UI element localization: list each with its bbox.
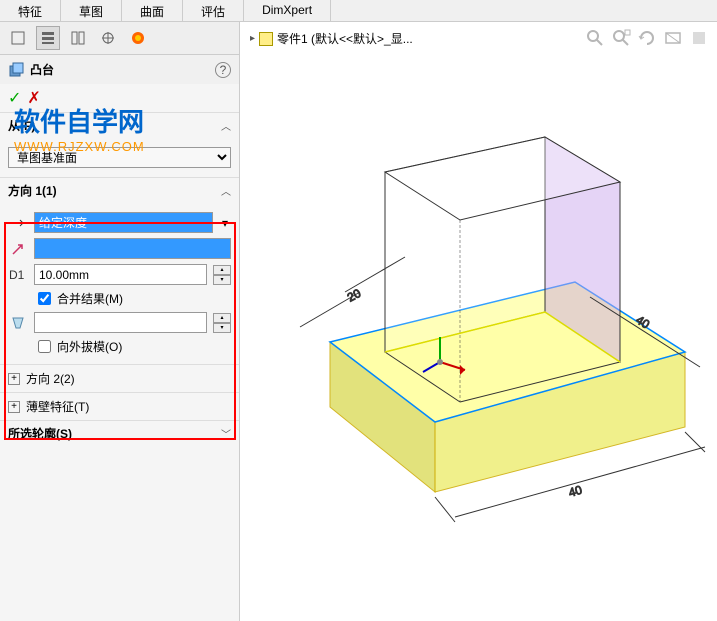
model-preview: 20 40 40 <box>240 22 717 602</box>
feature-name: 凸台 <box>30 61 215 78</box>
depth-icon: D1 <box>8 265 28 285</box>
depth-spin-down[interactable]: ▾ <box>213 275 231 285</box>
boss-extrude-icon <box>8 62 24 78</box>
section-thin-header[interactable]: + 薄壁特征(T) <box>0 392 239 420</box>
display-style-icon[interactable] <box>689 28 709 48</box>
depth-spin-up[interactable]: ▴ <box>213 265 231 275</box>
section-dir1-header[interactable]: 方向 1(1) ︿ <box>0 178 239 203</box>
panel-tab-config[interactable] <box>66 26 90 50</box>
depth-input[interactable] <box>34 264 207 285</box>
section-contours-header[interactable]: 所选轮廓(S) ﹀ <box>0 421 239 446</box>
ok-button[interactable]: ✓ <box>8 88 21 108</box>
draft-outward-checkbox[interactable] <box>38 340 51 353</box>
tab-sketch[interactable]: 草图 <box>61 0 122 21</box>
rotate-view-icon[interactable] <box>637 28 657 48</box>
help-icon[interactable]: ? <box>215 62 231 78</box>
chevron-up-icon: ︿ <box>221 183 231 198</box>
section-dir2-header[interactable]: + 方向 2(2) <box>0 364 239 392</box>
tree-expand-icon[interactable]: ▸ <box>250 33 255 44</box>
expand-icon: + <box>8 373 20 385</box>
panel-tab-property[interactable] <box>36 26 60 50</box>
end-condition-dropdown[interactable]: 给定深度 <box>34 212 213 233</box>
merge-result-checkbox[interactable] <box>38 292 51 305</box>
dropdown-arrow-icon[interactable]: ▾ <box>219 216 231 230</box>
direction-arrow-icon[interactable] <box>8 239 28 259</box>
graphics-viewport[interactable]: ▸ 零件1 (默认<<默认>_显... <box>240 22 717 621</box>
panel-tab-appearance[interactable] <box>126 26 150 50</box>
part-name[interactable]: 零件1 (默认<<默认>_显... <box>277 30 413 47</box>
zoom-fit-icon[interactable] <box>585 28 605 48</box>
draft-outward-label: 向外拔模(O) <box>57 338 122 355</box>
chevron-up-icon: ︿ <box>221 118 231 133</box>
from-plane-dropdown[interactable]: 草图基准面 <box>8 147 231 168</box>
tab-evaluate[interactable]: 评估 <box>183 0 244 21</box>
svg-text:40: 40 <box>567 483 584 500</box>
draft-spin-up[interactable]: ▴ <box>213 313 231 323</box>
tab-dimxpert[interactable]: DimXpert <box>244 0 331 21</box>
chevron-down-icon: ﹀ <box>221 426 231 441</box>
part-icon <box>259 32 273 46</box>
zoom-area-icon[interactable] <box>611 28 631 48</box>
svg-text:20: 20 <box>345 286 364 305</box>
tab-feature[interactable]: 特征 <box>0 0 61 21</box>
tab-surface[interactable]: 曲面 <box>122 0 183 21</box>
section-view-icon[interactable] <box>663 28 683 48</box>
reverse-direction-icon[interactable] <box>8 213 28 233</box>
cancel-button[interactable]: ✗ <box>27 88 40 108</box>
draft-angle-input[interactable] <box>34 312 207 333</box>
panel-tab-feature-tree[interactable] <box>6 26 30 50</box>
merge-result-label: 合并结果(M) <box>57 290 123 307</box>
expand-icon: + <box>8 401 20 413</box>
direction-reference-input[interactable] <box>34 238 231 259</box>
panel-tab-dimxpert[interactable] <box>96 26 120 50</box>
draft-spin-down[interactable]: ▾ <box>213 323 231 333</box>
svg-text:D1: D1 <box>9 268 25 282</box>
section-from-header[interactable]: 从(F) ︿ <box>0 113 239 138</box>
draft-icon[interactable] <box>8 313 28 333</box>
